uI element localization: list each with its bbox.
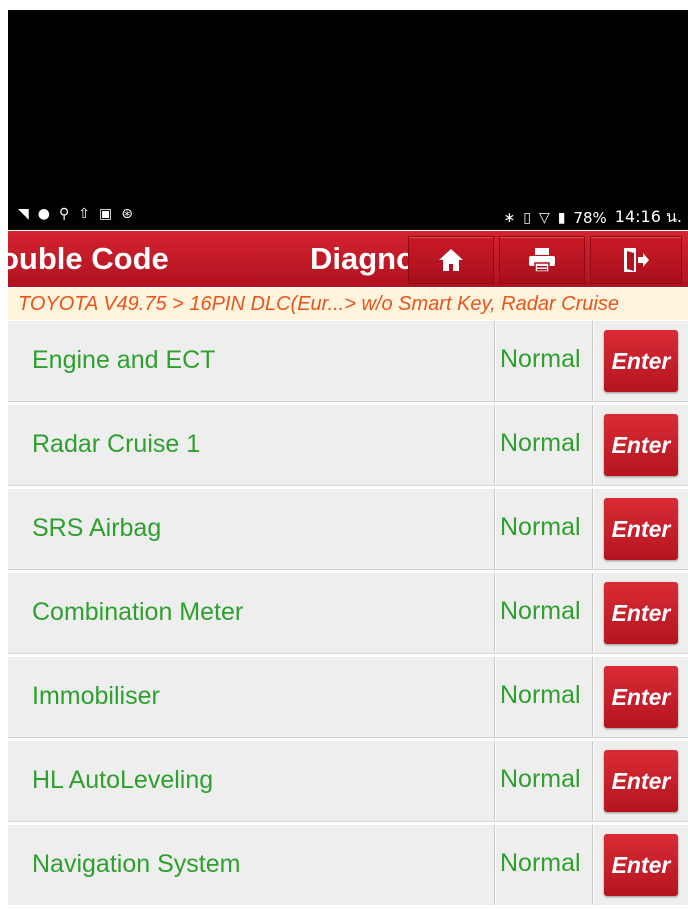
wifi-icon: ◥ [18,206,29,222]
status-cell: Normal [496,741,593,821]
enter-cell: Enter [594,489,688,569]
usb-icon: ⚲ [59,206,70,222]
battery-level: 78% [573,208,607,227]
system-status: Normal [500,849,581,877]
breadcrumb: TOYOTA V49.75 > 16PIN DLC(Eur...> w/o Sm… [8,288,688,320]
system-status: Normal [500,597,581,625]
home-button[interactable] [408,236,494,284]
system-name: Navigation System [32,850,241,878]
list-item: HL AutoLeveling Normal Enter [8,741,688,825]
bluetooth-icon: ∗ [503,209,516,226]
exit-icon [624,248,649,272]
page-title: ouble Code [8,241,169,276]
system-name: SRS Airbag [32,514,162,542]
list-item: Immobiliser Normal Enter [8,657,688,741]
signal-icon: ▽ [538,209,550,226]
system-name: Immobiliser [32,682,160,710]
home-icon [439,249,463,271]
enter-button[interactable]: Enter [604,330,678,392]
enter-button[interactable]: Enter [604,666,678,728]
system-name-cell: Engine and ECT [8,321,495,401]
enter-cell: Enter [594,825,688,905]
system-status: Normal [500,345,581,373]
enter-button[interactable]: Enter [604,498,678,560]
list-item: SRS Airbag Normal Enter [8,489,688,573]
status-cell: Normal [496,405,593,485]
list-item: Combination Meter Normal Enter [8,573,688,657]
enter-button[interactable]: Enter [604,834,678,896]
system-name: Combination Meter [32,598,244,626]
system-name: Radar Cruise 1 [32,430,201,458]
status-cell: Normal [496,321,593,401]
enter-button[interactable]: Enter [604,750,678,812]
title-bar: ouble Code Diagnosis [8,231,688,287]
enter-cell: Enter [594,405,688,485]
black-top-area [8,10,688,230]
battery-icon: ▮ [557,209,566,226]
system-name-cell: Radar Cruise 1 [8,405,495,485]
upload-icon: ⇧ [78,206,90,222]
exit-button[interactable] [590,236,682,284]
enter-cell: Enter [594,321,688,401]
notification-icons: ◥ ● ⚲ ⇧ ▣ ⊛ [18,205,133,223]
enter-cell: Enter [594,741,688,821]
system-name: Engine and ECT [32,346,216,374]
system-list: Engine and ECT Normal Enter Radar Cruise… [8,321,688,909]
enter-cell: Enter [594,657,688,737]
page-title-secondary: Diagnosis [310,241,408,276]
enter-button[interactable]: Enter [604,414,678,476]
system-status: Normal [500,765,581,793]
system-name-cell: Combination Meter [8,573,495,653]
image-icon: ▣ [99,206,113,222]
list-item: Radar Cruise 1 Normal Enter [8,405,688,489]
system-name-cell: Immobiliser [8,657,495,737]
status-cell: Normal [496,657,593,737]
list-item: Engine and ECT Normal Enter [8,321,688,405]
bluetooth-circle-icon: ⊛ [121,206,133,222]
vibrate-icon: ▯ [523,209,531,226]
print-button[interactable] [499,236,585,284]
status-cell: Normal [496,489,593,569]
system-name-cell: SRS Airbag [8,489,495,569]
system-name-cell: Navigation System [8,825,495,905]
system-icons: ∗ ▯ ▽ ▮ 78% 14:16 น. [503,205,682,230]
status-cell: Normal [496,573,593,653]
enter-cell: Enter [594,573,688,653]
clock: 14:16 น. [614,207,682,226]
status-cell: Normal [496,825,593,905]
print-icon [529,248,555,273]
system-status: Normal [500,513,581,541]
system-name-cell: HL AutoLeveling [8,741,495,821]
message-icon: ● [37,206,50,222]
system-status: Normal [500,429,581,457]
status-bar: ◥ ● ⚲ ⇧ ▣ ⊛ ∗ ▯ ▽ ▮ 78% 14:16 น. [8,200,688,230]
system-status: Normal [500,681,581,709]
enter-button[interactable]: Enter [604,582,678,644]
system-name: HL AutoLeveling [32,766,214,794]
list-item: Navigation System Normal Enter [8,825,688,909]
